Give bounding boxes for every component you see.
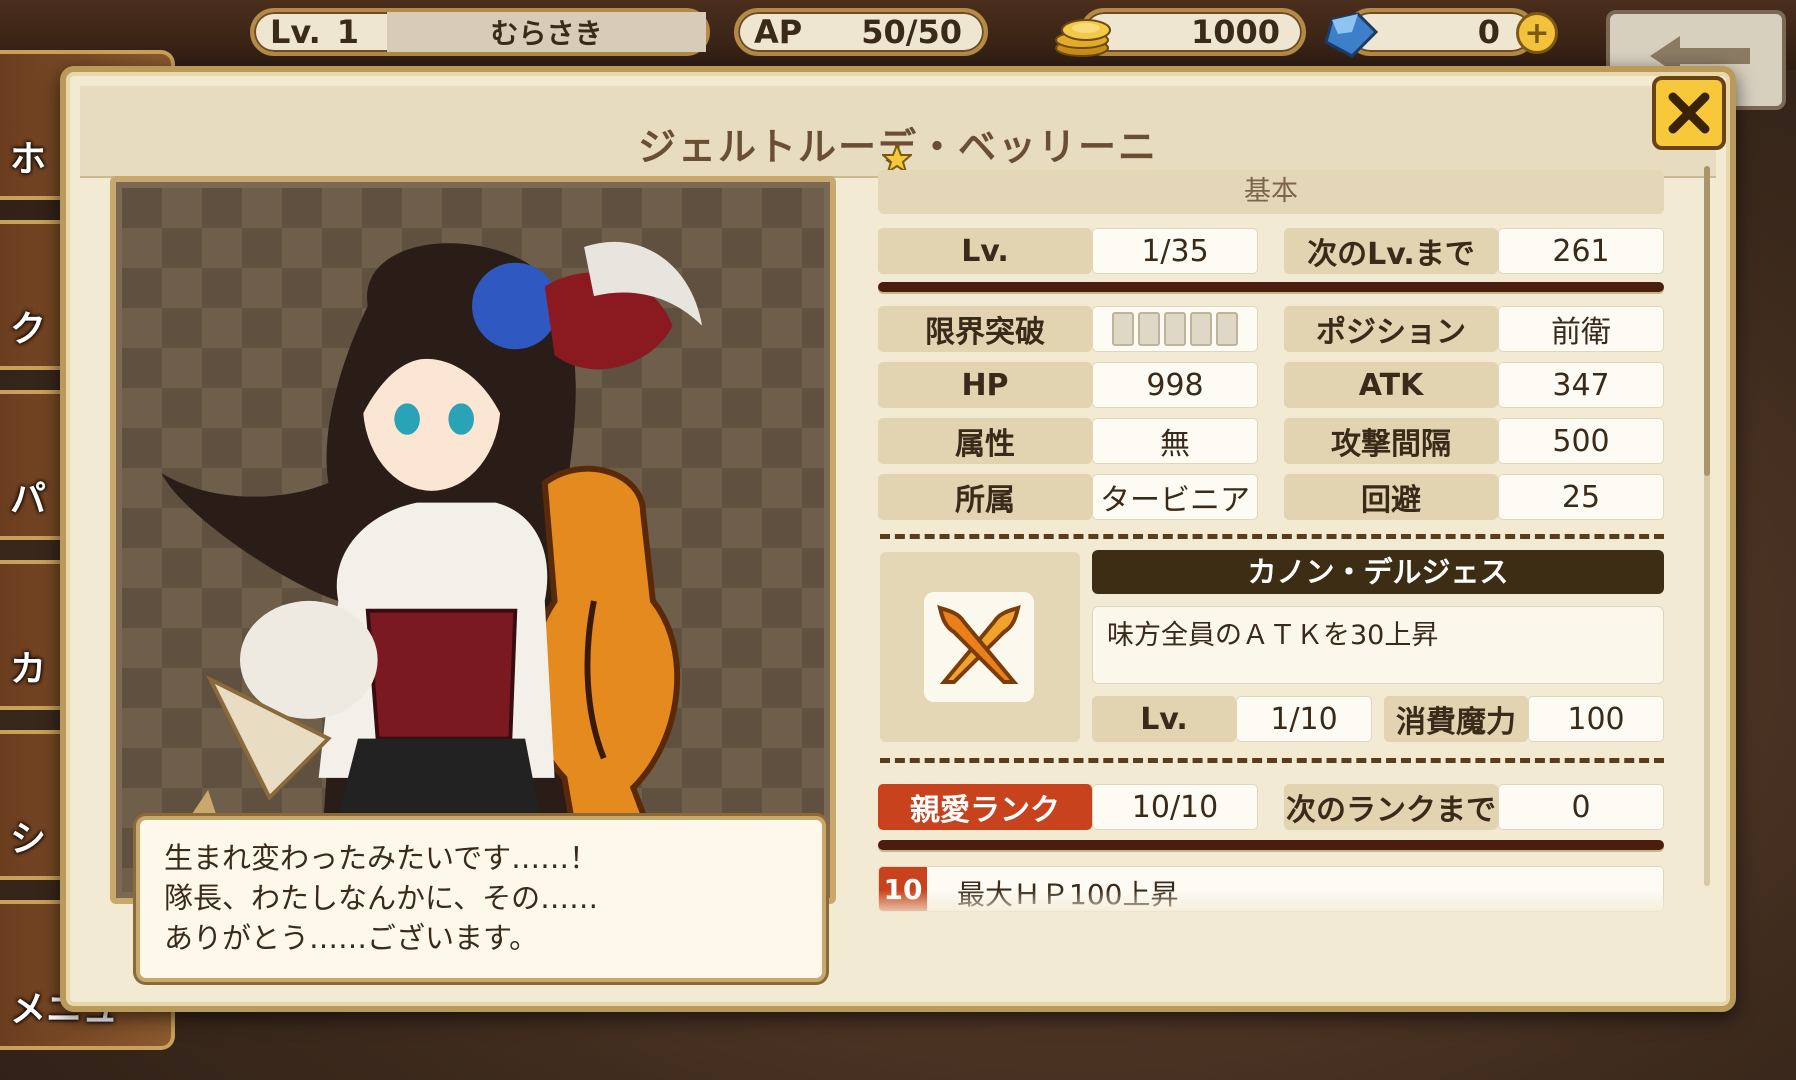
character-portrait-frame: [110, 176, 836, 904]
next-rank-label: 次のランクまで: [1284, 784, 1498, 830]
crossed-swords-icon: [937, 604, 1021, 684]
next-level-label: 次のLv.まで: [1284, 228, 1498, 274]
breakthrough-pip: [1138, 312, 1160, 346]
side-menu-label: シ: [10, 819, 47, 860]
level-label: Lv.: [878, 228, 1092, 274]
exp-bar: [878, 282, 1664, 292]
hp-label: HP: [878, 362, 1092, 408]
attack-interval-value: 500: [1498, 418, 1664, 464]
side-menu-label: カ: [10, 649, 47, 690]
breakthrough-pip: [1216, 312, 1238, 346]
speech-line-3: ありがとう……ございます。: [164, 921, 539, 955]
coin-stack-icon: [1055, 19, 1111, 57]
side-menu-label: ク: [10, 309, 47, 350]
skill-icon-tile[interactable]: [924, 592, 1034, 702]
section-divider: [880, 534, 1664, 539]
next-level-value: 261: [1498, 228, 1664, 274]
position-label: ポジション: [1284, 306, 1498, 352]
affection-rank-value: 10/10: [1092, 784, 1258, 830]
evasion-label: 回避: [1284, 474, 1498, 520]
skill-name: カノン・デルジェス: [1092, 550, 1664, 594]
close-button[interactable]: [1652, 76, 1726, 150]
top-status-bar: Lv. 1 むらさき AP 50/50 1000 0 +: [0, 0, 1796, 110]
side-menu-label: パ: [10, 479, 47, 520]
speech-line-2: 隊長、わたしなんかに、その……: [164, 881, 599, 915]
character-portrait: [161, 241, 703, 892]
speech-bubble: 生まれ変わったみたいです……！ 隊長、わたしなんかに、その…… ありがとう……ご…: [136, 816, 826, 982]
affiliation-label: 所属: [878, 474, 1092, 520]
atk-label: ATK: [1284, 362, 1498, 408]
level-value: 1/35: [1092, 228, 1258, 274]
evasion-value: 25: [1498, 474, 1664, 520]
ap-value: 50/50: [861, 13, 962, 51]
scroll-fade: [870, 890, 1670, 930]
level-label: Lv.: [270, 13, 321, 51]
level-value: 1: [336, 13, 360, 51]
player-level-pill: Lv. 1 むらさき: [250, 8, 710, 56]
next-rank-value: 0: [1498, 784, 1664, 830]
affection-bar: [878, 840, 1664, 850]
breakthrough-pip: [1164, 312, 1186, 346]
stats-scrollbar[interactable]: [1704, 166, 1710, 886]
section-divider: [880, 758, 1664, 763]
blue-gem-icon: [1324, 12, 1379, 58]
breakthrough-indicator: [1092, 306, 1258, 352]
breakthrough-pip: [1190, 312, 1212, 346]
coin-value: 1000: [1190, 13, 1280, 51]
player-name: むらさき: [387, 12, 706, 52]
mana-cost-label: 消費魔力: [1384, 696, 1528, 742]
position-value: 前衛: [1498, 306, 1664, 352]
close-icon: [1668, 92, 1710, 134]
ap-pill: AP 50/50: [734, 8, 988, 56]
affection-rank-label: 親愛ランク: [878, 784, 1092, 830]
attribute-value: 無: [1092, 418, 1258, 464]
add-gems-button[interactable]: +: [1516, 12, 1558, 54]
skill-level-label: Lv.: [1092, 696, 1236, 742]
mana-cost-value: 100: [1528, 696, 1664, 742]
affiliation-value: タービニア: [1092, 474, 1258, 520]
attribute-label: 属性: [878, 418, 1092, 464]
basic-section-header: 基本: [878, 170, 1664, 214]
breakthrough-label: 限界突破: [878, 306, 1092, 352]
ap-label: AP: [754, 13, 803, 51]
scroll-thumb[interactable]: [1704, 166, 1710, 476]
hp-value: 998: [1092, 362, 1258, 408]
attack-interval-label: 攻撃間隔: [1284, 418, 1498, 464]
skill-level-value: 1/10: [1236, 696, 1372, 742]
breakthrough-pip: [1112, 312, 1134, 346]
atk-value: 347: [1498, 362, 1664, 408]
speech-line-1: 生まれ変わったみたいです……！: [164, 841, 599, 875]
side-menu-label: ホ: [10, 139, 47, 180]
skill-description: 味方全員のＡＴＫを30上昇: [1092, 606, 1664, 684]
skill-icon-box: [880, 552, 1080, 742]
